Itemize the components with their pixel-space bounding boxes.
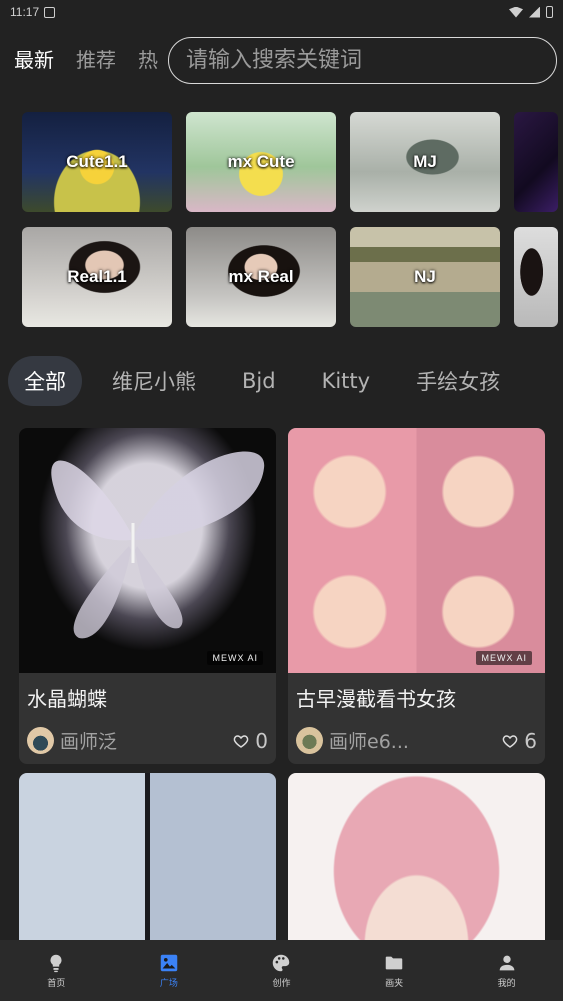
model-label: Real1.1 xyxy=(67,267,127,286)
nav-label: 创作 xyxy=(272,979,291,989)
image-icon xyxy=(160,954,178,972)
category-tabs: 全部 维尼小熊 Bjd Kitty 手绘女孩 xyxy=(8,356,546,406)
nav-label: 广场 xyxy=(159,979,178,989)
model-card-mx-cute[interactable]: mx Cute xyxy=(186,112,336,212)
status-time: 11:17 xyxy=(10,5,40,19)
like-count: 6 xyxy=(524,728,537,753)
model-card-nj[interactable]: NJ xyxy=(350,227,500,327)
nav-folder[interactable]: 画夹 xyxy=(338,940,451,1001)
artwork-image[interactable]: MEWX AI xyxy=(288,428,545,673)
author-name[interactable]: 画师泛 xyxy=(60,727,117,754)
model-label: Cute1.1 xyxy=(66,152,128,171)
card-title: 古早漫截看书女孩 xyxy=(296,687,456,711)
nav-home[interactable]: 首页 xyxy=(0,940,113,1001)
author-name[interactable]: 画师e6... xyxy=(329,727,409,754)
model-card-mj[interactable]: MJ xyxy=(350,112,500,212)
folder-icon xyxy=(385,956,403,970)
model-card-partial[interactable] xyxy=(514,112,558,212)
like-count: 0 xyxy=(255,728,268,753)
category-all[interactable]: 全部 xyxy=(8,356,82,406)
avatar[interactable] xyxy=(296,727,323,754)
search-input[interactable] xyxy=(186,48,556,73)
artwork-image[interactable]: MEWX AI xyxy=(19,428,276,673)
model-card-cute11[interactable]: Cute1.1 xyxy=(22,112,172,212)
person-icon xyxy=(499,955,515,971)
nav-square[interactable]: 广场 xyxy=(113,940,226,1001)
heart-icon xyxy=(502,734,518,748)
model-label: mx Real xyxy=(228,267,294,286)
nav-create[interactable]: 创作 xyxy=(225,940,338,1001)
artwork-card[interactable]: MEWX AI 水晶蝴蝶 画师泛 0 xyxy=(19,428,276,764)
nav-label: 首页 xyxy=(47,979,66,989)
model-card-real11[interactable]: Real1.1 xyxy=(22,227,172,327)
watermark: MEWX AI xyxy=(207,651,263,665)
palette-icon xyxy=(273,954,290,972)
status-bar: 11:17 xyxy=(0,0,563,24)
model-card-partial[interactable] xyxy=(514,227,558,327)
model-label: MJ xyxy=(413,152,437,171)
nav-label: 画夹 xyxy=(385,979,404,989)
category-kitty[interactable]: Kitty xyxy=(322,369,371,393)
search-box[interactable] xyxy=(168,37,557,84)
card-title: 水晶蝴蝶 xyxy=(27,687,107,711)
category-handdrawn-girl[interactable]: 手绘女孩 xyxy=(416,366,500,396)
wifi-icon xyxy=(509,6,523,18)
feed-tabs: 最新 推荐 热 xyxy=(14,44,158,73)
nav-profile[interactable]: 我的 xyxy=(450,940,563,1001)
artwork-card[interactable]: MEWX AI 古早漫截看书女孩 画师e6... 6 xyxy=(288,428,545,764)
signal-icon xyxy=(529,6,540,18)
model-label: NJ xyxy=(414,267,436,286)
like-button[interactable]: 0 xyxy=(233,729,268,753)
notification-icon xyxy=(44,6,56,18)
watermark: MEWX AI xyxy=(476,651,532,665)
butterfly-illustration xyxy=(51,451,265,639)
model-card-mx-real[interactable]: mx Real xyxy=(186,227,336,327)
nav-label: 我的 xyxy=(497,979,516,989)
battery-icon xyxy=(546,6,553,18)
heart-icon xyxy=(233,734,249,748)
card-meta: 画师e6... 6 xyxy=(288,717,545,764)
category-winnie[interactable]: 维尼小熊 xyxy=(112,366,196,396)
avatar[interactable] xyxy=(27,727,54,754)
bulb-icon xyxy=(50,954,62,973)
category-bjd[interactable]: Bjd xyxy=(242,369,276,393)
tab-latest[interactable]: 最新 xyxy=(14,44,54,73)
tab-hot[interactable]: 热 xyxy=(138,44,158,73)
bottom-nav: 首页 广场 创作 画夹 我的 xyxy=(0,940,563,1001)
like-button[interactable]: 6 xyxy=(502,729,537,753)
card-meta: 画师泛 0 xyxy=(19,717,276,764)
model-label: mx Cute xyxy=(227,152,295,171)
tab-recommended[interactable]: 推荐 xyxy=(76,44,116,73)
